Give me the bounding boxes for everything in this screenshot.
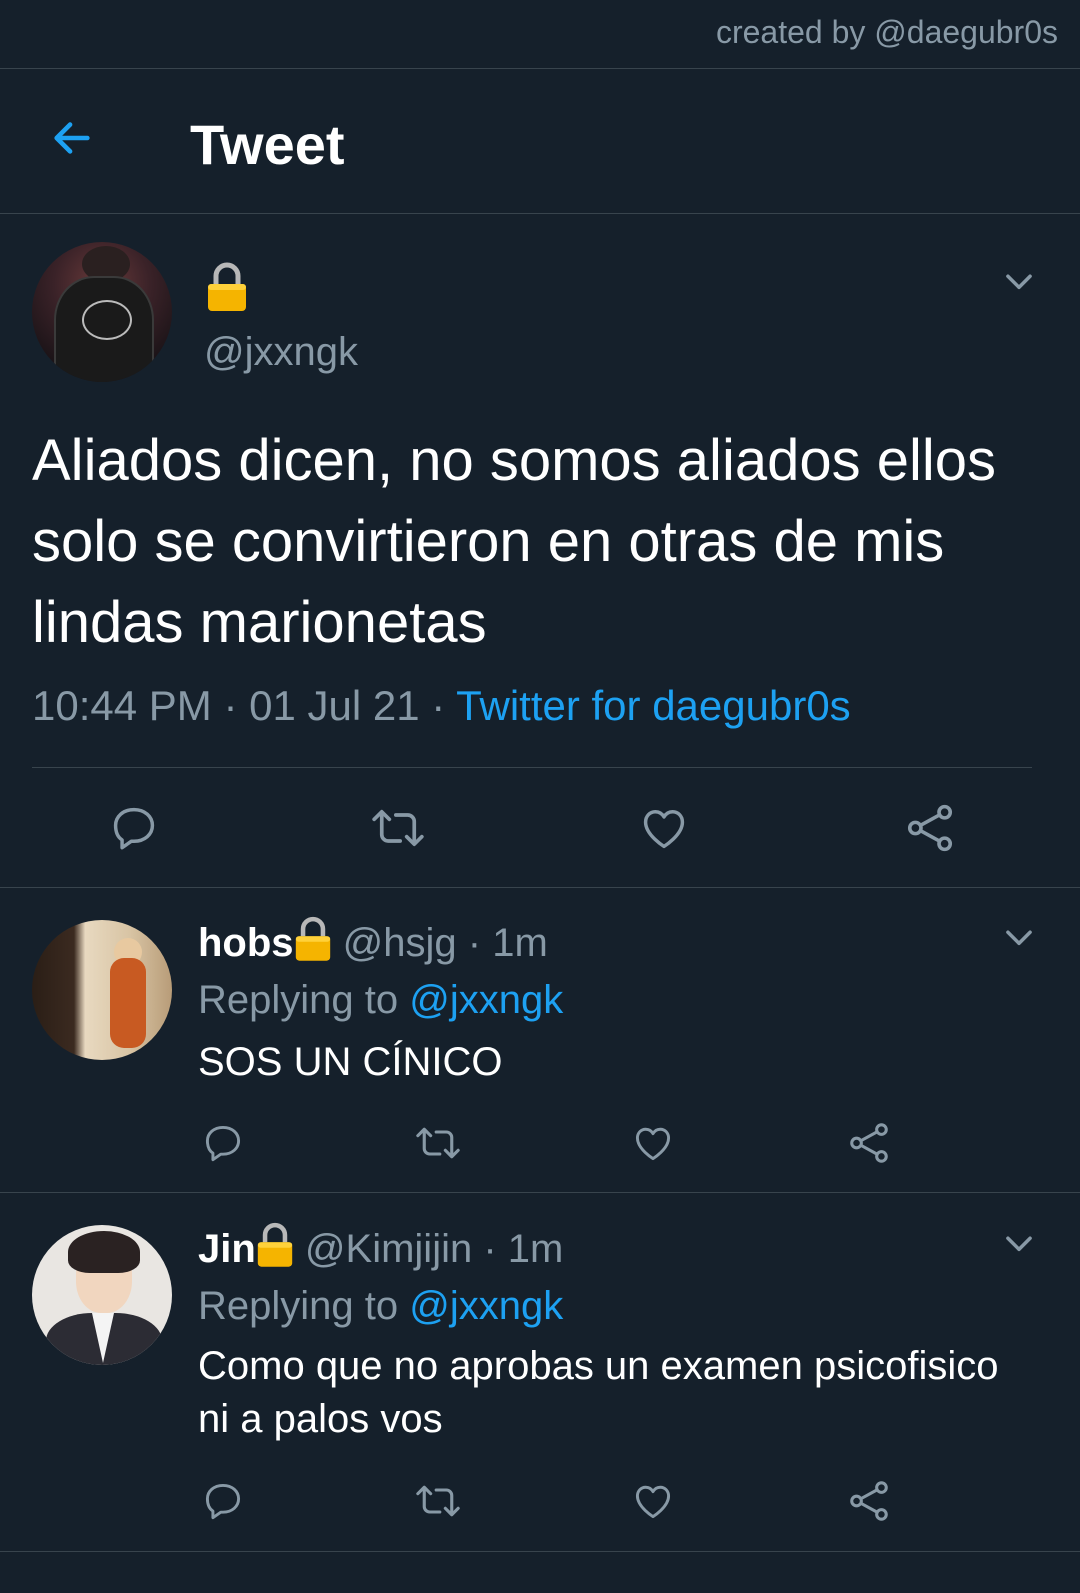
tweet-options-button[interactable]	[1000, 262, 1038, 305]
reply-icon	[205, 1483, 241, 1520]
lock-icon	[256, 1222, 294, 1272]
top-divider	[0, 68, 1080, 69]
reply-button[interactable]	[198, 1120, 248, 1166]
like-icon	[635, 1485, 671, 1519]
share-icon	[850, 1481, 888, 1521]
reply-button[interactable]	[104, 800, 164, 856]
replying-mention[interactable]: @jxxngk	[409, 1284, 563, 1328]
like-icon	[635, 1127, 671, 1161]
reply-header: hobs @hsjg · 1m	[198, 916, 548, 966]
avatar-hsjg[interactable]	[32, 920, 172, 1060]
tweet-text: Aliados dicen, no somos aliados ellos so…	[32, 428, 996, 655]
back-button[interactable]	[46, 112, 98, 164]
actions-divider	[0, 887, 1080, 888]
share-button[interactable]	[844, 1120, 894, 1166]
header-divider	[0, 213, 1080, 214]
reply-icon	[205, 1125, 241, 1162]
reply-author-handle[interactable]: @Kimjijin	[305, 1227, 472, 1271]
like-icon	[643, 810, 685, 849]
arrow-left-icon	[54, 122, 90, 154]
replying-to: Replying to @jxxngk	[198, 978, 563, 1023]
replying-label: Replying to	[198, 978, 399, 1022]
tweet-time: 10:44 PM	[32, 682, 212, 729]
chevron-down-icon	[1006, 1236, 1032, 1252]
avatar-kimjijin[interactable]	[32, 1225, 172, 1365]
avatar-jxxngk[interactable]	[32, 242, 172, 382]
retweet-icon	[416, 1127, 460, 1159]
replying-to: Replying to @jxxngk	[198, 1284, 563, 1329]
page-title: Tweet	[190, 113, 345, 176]
share-icon	[850, 1123, 888, 1163]
retweet-button[interactable]	[366, 800, 430, 856]
lock-icon	[294, 916, 332, 966]
like-button[interactable]	[628, 1478, 678, 1524]
tweet-date: 01 Jul 21	[249, 682, 420, 729]
reply-header: Jin @Kimjijin · 1m	[198, 1222, 563, 1272]
retweet-button[interactable]	[410, 1478, 466, 1524]
chevron-down-icon	[1006, 274, 1032, 290]
retweet-icon	[372, 809, 424, 847]
meta-separator: ·	[419, 682, 457, 729]
bottom-divider	[0, 1551, 1080, 1552]
retweet-icon	[416, 1485, 460, 1517]
reply-author-name[interactable]: Jin	[198, 1227, 256, 1271]
reply-options-button[interactable]	[1000, 918, 1038, 961]
like-button[interactable]	[634, 800, 694, 856]
reply-author-handle[interactable]: @hsjg	[343, 921, 457, 965]
meta-divider	[32, 767, 1032, 768]
watermark-text: created by @daegubr0s	[715, 14, 1058, 50]
tweet-author-handle[interactable]: @jxxngk	[204, 330, 358, 375]
like-button[interactable]	[628, 1120, 678, 1166]
reply-button[interactable]	[198, 1478, 248, 1524]
chevron-down-icon	[1006, 930, 1032, 946]
share-icon	[907, 804, 953, 852]
reply-text: Como que no aprobas un examen psicofisic…	[198, 1344, 999, 1441]
reply-author-name[interactable]: hobs	[198, 921, 294, 965]
meta-separator: ·	[211, 682, 250, 729]
replying-mention[interactable]: @jxxngk	[409, 978, 563, 1022]
retweet-button[interactable]	[410, 1120, 466, 1166]
reply-time: 1m	[492, 921, 548, 965]
tweet-source-link[interactable]: Twitter for daegubr0s	[456, 682, 851, 729]
reply-options-button[interactable]	[1000, 1224, 1038, 1267]
replying-label: Replying to	[198, 1284, 399, 1328]
share-button[interactable]	[844, 1478, 894, 1524]
share-button[interactable]	[900, 800, 960, 856]
reply-text: SOS UN CÍNICO	[198, 1040, 503, 1084]
reply-time: 1m	[507, 1227, 564, 1271]
reply-divider	[0, 1192, 1080, 1193]
reply-icon	[113, 807, 155, 850]
lock-icon	[206, 262, 248, 317]
tweet-meta: 10:44 PM · 01 Jul 21 · Twitter for daegu…	[32, 682, 851, 730]
